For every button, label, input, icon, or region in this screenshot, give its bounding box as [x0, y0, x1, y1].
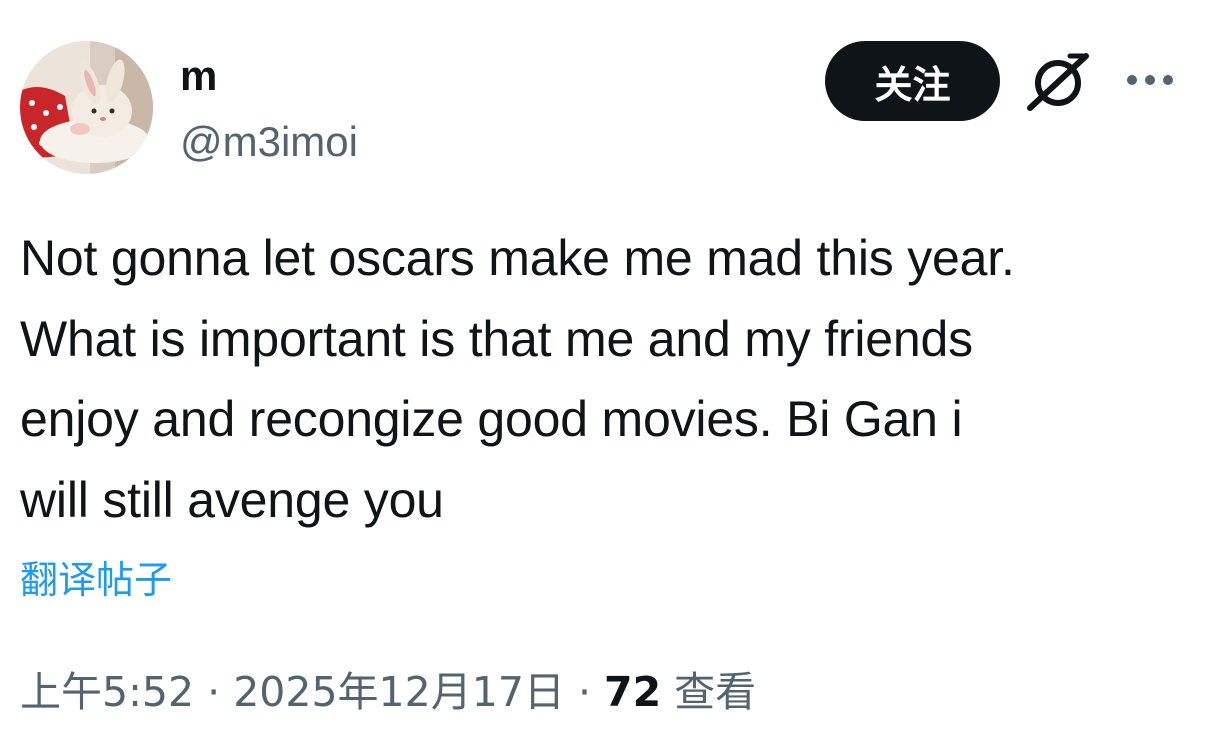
author-display-name[interactable]: m: [180, 52, 217, 100]
avatar-bunny-plush-icon: [20, 41, 153, 174]
views-count: 72: [604, 668, 662, 716]
meta-separator: ·: [207, 668, 221, 716]
meta-separator: ·: [577, 668, 591, 716]
tweet-time[interactable]: 上午5:52: [20, 668, 194, 716]
avatar[interactable]: [20, 41, 153, 174]
follow-button[interactable]: 关注: [825, 41, 1000, 121]
tweet-meta: 上午5:52 · 2025年12月17日 · 72 查看: [20, 664, 756, 720]
translate-post-link[interactable]: 翻译帖子: [20, 556, 172, 604]
more-horizontal-icon[interactable]: [1120, 62, 1180, 98]
author-handle[interactable]: @m3imoi: [180, 116, 358, 168]
tweet-text: Not gonna let oscars make me mad this ye…: [20, 230, 1015, 528]
grok-icon[interactable]: [1024, 50, 1092, 112]
tweet-date[interactable]: 2025年12月17日: [233, 668, 565, 716]
views-label: 查看: [674, 668, 757, 716]
tweet-card: m @m3imoi 关注 Not gonna let oscars make m…: [0, 0, 1229, 734]
